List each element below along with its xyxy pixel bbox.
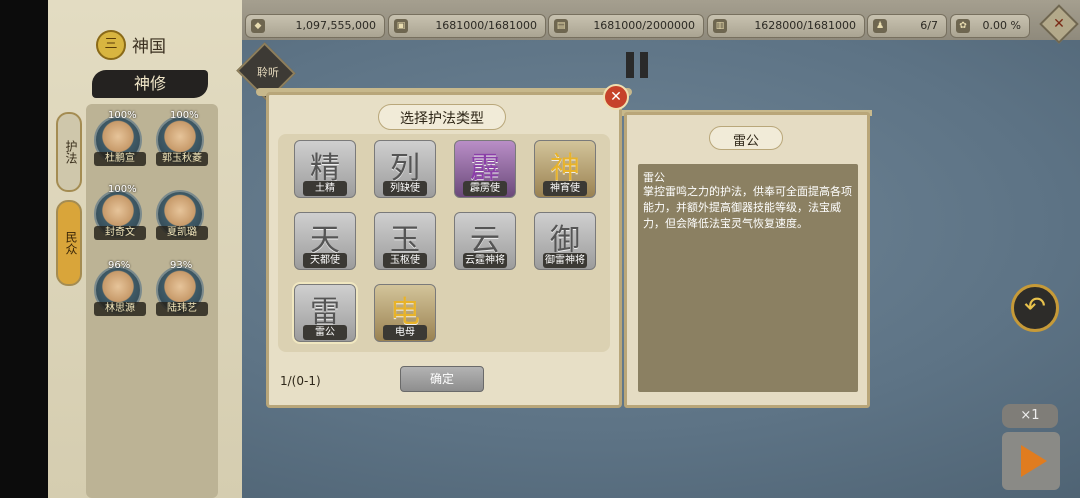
hero-name: 封奇文: [94, 226, 146, 240]
resource-value: 1681000/1681000: [435, 19, 537, 32]
listen-label: 聆听: [257, 66, 279, 79]
hero-percent: 93%: [170, 260, 193, 271]
hero-name: 陆玮艺: [156, 302, 208, 316]
screen-edge: [0, 0, 48, 498]
grain-icon: ▣: [394, 19, 408, 33]
hero-percent: 100%: [108, 184, 137, 195]
guardian-card[interactable]: 霹 霹雳使: [454, 140, 516, 198]
guardian-card[interactable]: 云 云霆神将: [454, 212, 516, 270]
hero-card[interactable]: 100% 郭玉秋菱: [152, 108, 212, 168]
card-label: 雷公: [303, 325, 347, 340]
hero-card[interactable]: 夏凯璐: [152, 182, 212, 242]
resource-grain: ▣ 1681000/1681000: [388, 14, 546, 38]
stone-icon: ▥: [713, 19, 727, 33]
card-label: 电母: [383, 325, 427, 340]
population-icon: ♟: [873, 19, 887, 33]
rate-icon: ✿: [956, 19, 970, 33]
hero-card[interactable]: 100% 封奇文: [90, 182, 150, 242]
hero-name: 杜鹏宣: [94, 152, 146, 166]
resource-value: 0.00 %: [982, 19, 1021, 32]
info-title: 雷公: [732, 134, 759, 149]
card-label: 云霆神将: [463, 253, 507, 268]
pause-icon[interactable]: [626, 52, 652, 78]
hero-percent: 100%: [170, 110, 199, 121]
card-label: 天都使: [303, 253, 347, 268]
speed-button[interactable]: ×1: [1002, 404, 1058, 428]
hero-name: 郭玉秋菱: [156, 152, 208, 166]
hero-name: 林思源: [94, 302, 146, 316]
guardian-card[interactable]: 神 神宵使: [534, 140, 596, 198]
hero-name: 夏凯璐: [156, 226, 208, 240]
confirm-button[interactable]: 确定: [400, 366, 484, 392]
resource-value: 1,097,555,000: [295, 19, 376, 32]
guardian-card[interactable]: 玉 玉枢使: [374, 212, 436, 270]
resource-rate: ✿ 0.00 %: [950, 14, 1030, 38]
resource-copper: ◆ 1,097,555,000: [245, 14, 385, 38]
guardian-card[interactable]: 御 御雷神将: [534, 212, 596, 270]
resource-stone: ▥ 1628000/1681000: [707, 14, 865, 38]
hero-percent: 100%: [108, 110, 137, 121]
play-button[interactable]: [1002, 432, 1060, 490]
tab-guardians[interactable]: 护法: [56, 112, 82, 192]
selection-count: 1/(0-1): [280, 374, 321, 388]
copper-icon: ◆: [251, 19, 265, 33]
info-description: 掌控雷鸣之力的护法，供奉可全面提高各项能力，并额外提高御器技能等级，法宝威力，但…: [643, 185, 852, 230]
wood-icon: ▤: [554, 19, 568, 33]
close-button[interactable]: ✕: [603, 84, 629, 110]
tab-populace[interactable]: 民众: [56, 200, 82, 286]
card-label: 神宵使: [543, 181, 587, 196]
hero-percent: 96%: [108, 260, 131, 271]
resource-population: ♟ 6/7: [867, 14, 947, 38]
return-button[interactable]: ↶: [1011, 284, 1059, 332]
hero-card[interactable]: 93% 陆玮艺: [152, 258, 212, 318]
guardian-card[interactable]: 电 电母: [374, 284, 436, 342]
guardian-card-selected[interactable]: 雷 雷公: [292, 282, 358, 344]
resource-value: 6/7: [920, 19, 938, 32]
close-icon: ✕: [1053, 16, 1065, 32]
dialog-title: 选择护法类型: [400, 111, 484, 127]
card-label: 霹雳使: [463, 181, 507, 196]
guardian-card[interactable]: 列 列缺使: [374, 140, 436, 198]
nation-name: 神国: [132, 37, 166, 57]
card-label: 御雷神将: [543, 253, 587, 268]
nation-emblem-icon: 三: [96, 30, 126, 60]
hero-card[interactable]: 96% 林思源: [90, 258, 150, 318]
game-screen: ◆ 1,097,555,000 ▣ 1681000/1681000 ▤ 1681…: [0, 0, 1080, 498]
resource-value: 1628000/1681000: [754, 19, 856, 32]
resource-value: 1681000/2000000: [593, 19, 695, 32]
card-label: 土精: [303, 181, 347, 196]
sect-banner[interactable]: 神修: [92, 70, 208, 98]
hero-card[interactable]: 100% 杜鹏宣: [90, 108, 150, 168]
resource-wood: ▤ 1681000/2000000: [548, 14, 704, 38]
card-label: 玉枢使: [383, 253, 427, 268]
guardian-card[interactable]: 精 土精: [294, 140, 356, 198]
guardian-card[interactable]: 天 天都使: [294, 212, 356, 270]
card-label: 列缺使: [383, 181, 427, 196]
play-icon: [1021, 445, 1047, 477]
info-name: 雷公: [643, 171, 665, 184]
